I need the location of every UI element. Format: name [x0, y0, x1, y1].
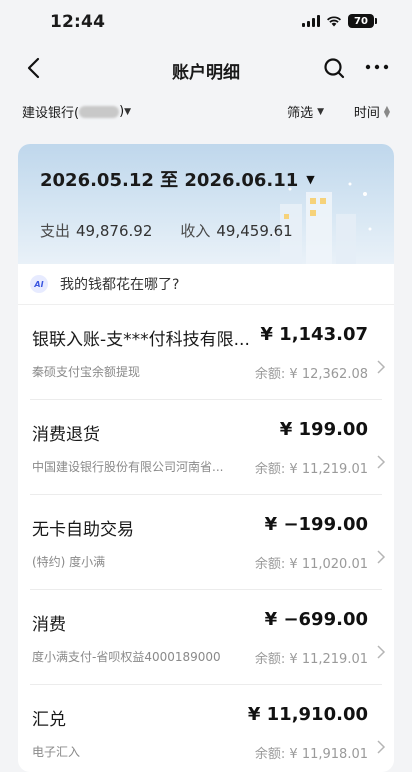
status-time: 12:44 — [50, 12, 106, 32]
filter-bar: 建设银行( ) ▼ 筛选 ▼ 时间 ▲ ▼ — [0, 92, 412, 132]
expense-value: 49,876.92 — [76, 222, 153, 240]
transaction-subtitle: 电子汇入 — [32, 745, 81, 759]
income-label: 收入 — [180, 222, 211, 240]
transaction-amount: ¥ −199.00 — [264, 514, 368, 535]
dropdown-triangle-icon: ▼ — [124, 106, 132, 117]
transaction-balance: 余额: ¥ 12,362.08 — [254, 367, 368, 382]
transaction-balance: 余额: ¥ 11,219.01 — [254, 652, 368, 667]
filter-dropdown[interactable]: 筛选 ▼ — [287, 102, 324, 121]
expense-label: 支出 — [40, 222, 71, 240]
transaction-title: 无卡自助交易 — [32, 520, 134, 540]
transaction-balance: 余额: ¥ 11,020.01 — [254, 557, 368, 572]
transactions-card: 2026.05.12 至 2026.06.11 ▼ 支出 49,876.92 收入… — [18, 144, 394, 772]
ai-icon: AI — [30, 275, 48, 293]
dropdown-triangle-icon: ▼ — [317, 106, 324, 117]
account-prefix: 建设银行( — [22, 106, 80, 121]
page-title: 账户明细 — [172, 63, 240, 83]
income-summary: 收入 49,459.61 — [180, 220, 292, 241]
transaction-title: 汇兑 — [32, 710, 66, 730]
chevron-right-icon — [377, 550, 386, 564]
transaction-balance: 余额: ¥ 11,219.01 — [254, 462, 368, 477]
transaction-amount: ¥ 199.00 — [279, 419, 368, 440]
date-range-selector[interactable]: 2026.05.12 至 2026.06.11 ▼ — [40, 166, 315, 192]
ai-prompt-text: 我的钱都花在哪了? — [60, 277, 180, 293]
nav-bar: 账户明细 — [0, 44, 412, 92]
sort-icon: ▲ ▼ — [383, 103, 390, 119]
transaction-amount: ¥ −699.00 — [264, 609, 368, 630]
transaction-subtitle: 度小满支付-省呗权益4000189000 — [32, 650, 221, 664]
transaction-amount: ¥ 1,143.07 — [260, 324, 368, 345]
time-label: 时间 — [353, 106, 380, 121]
transaction-title: 消费 — [32, 615, 66, 635]
chevron-right-icon — [377, 360, 386, 374]
transaction-subtitle: (特约) 度小满 — [32, 555, 106, 569]
transaction-row[interactable]: 银联入账-支***付科技有限... ¥ 1,143.07 秦硕支付宝余额提现 余… — [30, 305, 386, 400]
chevron-right-icon — [377, 645, 386, 659]
expense-summary: 支出 49,876.92 — [40, 220, 152, 241]
transaction-title: 银联入账-支***付科技有限... — [32, 330, 250, 350]
transaction-row[interactable]: 无卡自助交易 ¥ −199.00 (特约) 度小满 余额: ¥ 11,020.0… — [30, 495, 386, 590]
date-range-text: 2026.05.12 至 2026.06.11 — [40, 170, 299, 191]
chevron-right-icon — [377, 455, 386, 469]
transaction-row[interactable]: 汇兑 ¥ 11,910.00 电子汇入 余额: ¥ 11,918.01 — [30, 685, 386, 772]
summary-totals: 支出 49,876.92 收入 49,459.61 — [40, 220, 293, 241]
dropdown-triangle-icon: ▼ — [306, 172, 315, 186]
time-sort[interactable]: 时间 ▲ ▼ — [354, 102, 390, 121]
more-icon[interactable] — [364, 57, 390, 77]
battery-icon: 70 — [348, 14, 377, 28]
status-icons: 70 — [302, 14, 377, 28]
status-bar: 12:44 70 — [0, 0, 412, 44]
transaction-row[interactable]: 消费 ¥ −699.00 度小满支付-省呗权益4000189000 余额: ¥ … — [30, 590, 386, 685]
transaction-subtitle: 秦硕支付宝余额提现 — [32, 365, 141, 379]
transaction-list: 银联入账-支***付科技有限... ¥ 1,143.07 秦硕支付宝余额提现 余… — [18, 305, 394, 772]
filter-label: 筛选 — [287, 106, 314, 121]
masked-account-number — [79, 105, 120, 118]
transaction-amount: ¥ 11,910.00 — [247, 704, 368, 725]
income-value: 49,459.61 — [216, 222, 293, 240]
search-icon[interactable] — [322, 56, 346, 80]
transaction-row[interactable]: 消费退货 ¥ 199.00 中国建设银行股份有限公司河南省... 余额: ¥ 1… — [30, 400, 386, 495]
chevron-right-icon — [377, 740, 386, 754]
transaction-balance: 余额: ¥ 11,918.01 — [254, 747, 368, 762]
ai-assistant-prompt[interactable]: AI 我的钱都花在哪了? — [18, 264, 394, 305]
wifi-icon — [327, 16, 341, 27]
transaction-subtitle: 中国建设银行股份有限公司河南省... — [32, 460, 224, 474]
transaction-title: 消费退货 — [32, 425, 100, 445]
account-selector[interactable]: 建设银行( ) ▼ — [22, 102, 131, 121]
signal-icon — [302, 15, 320, 27]
summary-banner: 2026.05.12 至 2026.06.11 ▼ 支出 49,876.92 收入… — [18, 144, 394, 264]
